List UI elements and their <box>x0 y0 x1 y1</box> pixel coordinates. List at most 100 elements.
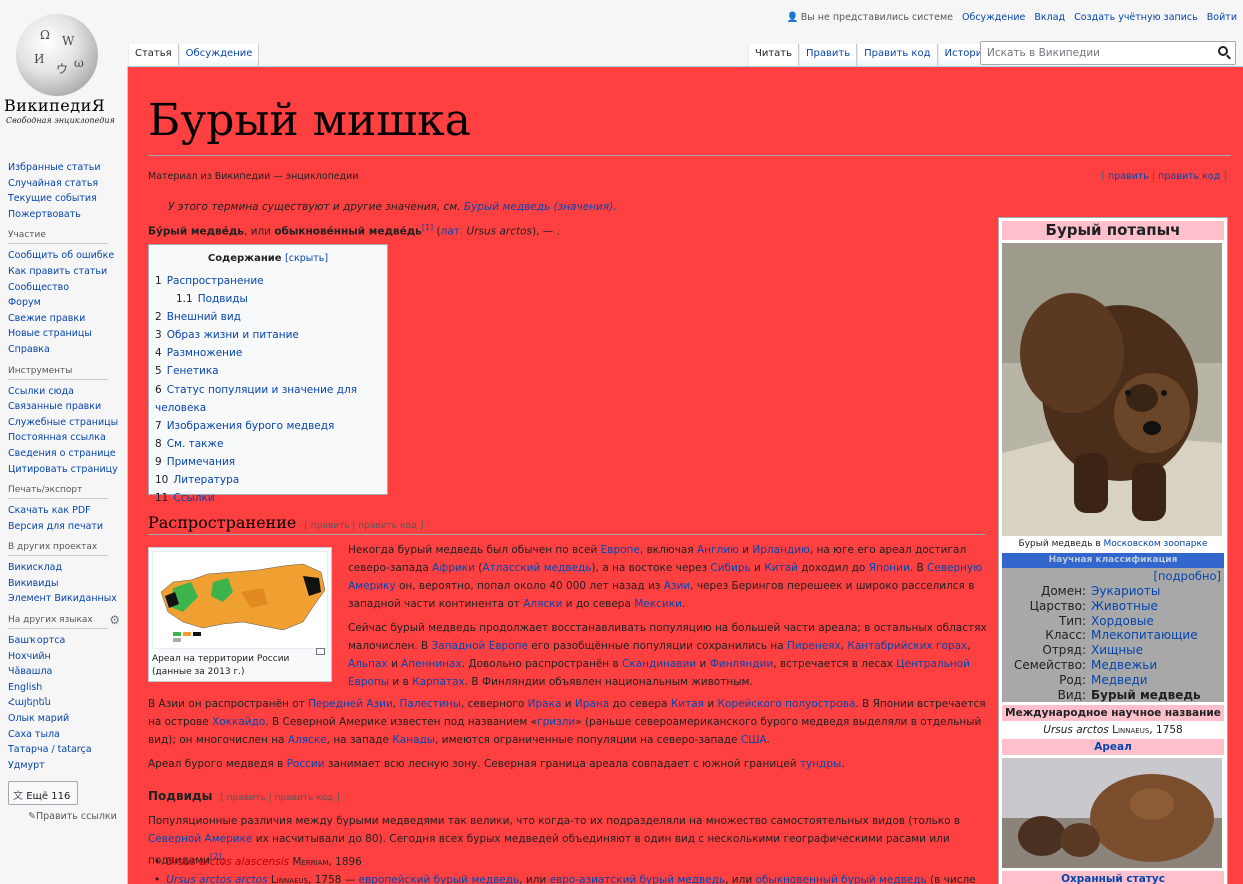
sidebar-item[interactable]: Свежие правки <box>8 311 126 327</box>
sidebar-item[interactable]: Сообщество <box>8 280 126 296</box>
russia-range-map[interactable] <box>152 551 328 649</box>
sidebar-projects: В других проектах Викисклад Викивиды Эле… <box>8 542 126 607</box>
toc-item[interactable]: 1 Распространение <box>155 272 381 290</box>
sidebar-language[interactable]: English <box>8 680 126 696</box>
logo-tagline: Свободная энциклопедия <box>6 116 115 125</box>
toc-item[interactable]: 11 Ссылки <box>155 489 381 507</box>
sidebar-item[interactable]: Пожертвовать <box>8 207 126 223</box>
toc-label: Статус популяции и значение для человека <box>155 383 358 414</box>
toc-num: 5 <box>155 365 162 378</box>
map-caption: Ареал на территории России (данные за 20… <box>152 654 290 677</box>
edit-link[interactable]: править <box>1108 171 1149 182</box>
search-input[interactable]: Искать в Википедии <box>980 41 1236 65</box>
edit-source-link[interactable]: править код <box>1158 171 1220 182</box>
photo-caption-link[interactable]: Московском зоопарке <box>1104 539 1208 549</box>
sidebar-item[interactable]: Новые страницы <box>8 326 126 342</box>
conservation-status-header[interactable]: Охранный статус <box>1002 871 1224 884</box>
personal-link-login[interactable]: Войти <box>1207 12 1237 23</box>
toc-item[interactable]: 4 Размножение <box>155 344 381 362</box>
sidebar-item[interactable]: Элемент Викиданных <box>8 591 126 607</box>
sidebar-item[interactable]: Служебные страницы <box>8 415 126 431</box>
tab-article[interactable]: Статья <box>128 44 179 67</box>
toc-item[interactable]: 1.1 Подвиды <box>155 290 381 308</box>
personal-link-contrib[interactable]: Вклад <box>1034 12 1065 23</box>
taxonomy-value[interactable]: Хордовые <box>1091 614 1154 629</box>
toc-item[interactable]: 8 См. также <box>155 435 381 453</box>
sidebar-item[interactable]: Сообщить об ошибке <box>8 248 126 264</box>
taxonomy-value[interactable]: Млекопитающие <box>1091 628 1198 643</box>
toc-item[interactable]: 6 Статус популяции и значение для человек… <box>155 381 381 417</box>
taxonomy-value[interactable]: Животные <box>1091 599 1158 614</box>
subsection-heading-subspecies: Подвиды [ править | править код ] <box>148 789 340 803</box>
range-header[interactable]: Ареал <box>1002 739 1224 755</box>
taxonomy-value[interactable]: Хищные <box>1091 643 1143 658</box>
range-map-thumbnail[interactable]: Ареал на территории России (данные за 20… <box>148 547 332 682</box>
sidebar-item[interactable]: Викивиды <box>8 576 126 592</box>
sidebar-item[interactable]: Цитировать страницу <box>8 462 126 478</box>
tab-edit[interactable]: Править <box>799 44 858 67</box>
taxonomy-key: Тип: <box>1058 613 1086 628</box>
sidebar-item[interactable]: Версия для печати <box>8 519 126 535</box>
sidebar-language[interactable]: Чӑвашла <box>8 664 126 680</box>
toc-item[interactable]: 10 Литература <box>155 471 381 489</box>
taxonomy-value[interactable]: Эукариоты <box>1091 584 1160 599</box>
toc-item[interactable]: 9 Примечания <box>155 453 381 471</box>
subsection-edit-links[interactable]: [ править | править код ] <box>221 793 340 803</box>
edit-interlanguage-links[interactable]: ✎Править ссылки <box>28 811 126 822</box>
map-graphic <box>153 552 327 648</box>
wikipedia-logo[interactable]: Ω W И ウ ω ВикипедиЯ Свободная энциклопед… <box>0 0 128 140</box>
tab-edit-source[interactable]: Править код <box>857 44 938 67</box>
sidebar-item[interactable]: Ссылки сюда <box>8 384 126 400</box>
taxonomy-key: Царство: <box>1029 598 1086 613</box>
bears-range-photo[interactable] <box>1002 758 1222 868</box>
more-languages-button[interactable]: 文 Ещё 116 <box>8 781 78 806</box>
subsection-title: Подвиды <box>148 789 213 803</box>
section-edit-links[interactable]: [ править | править код ] <box>304 521 423 531</box>
toc-item[interactable]: 7 Изображения бурого медведя <box>155 417 381 435</box>
brown-bear-photo[interactable] <box>1002 243 1222 536</box>
gear-icon[interactable]: ⚙ <box>109 613 120 627</box>
sidebar-item[interactable]: Скачать как PDF <box>8 503 126 519</box>
lead-mid: , или <box>243 225 275 238</box>
sci-classification-header[interactable]: Научная классификация <box>1002 553 1224 568</box>
sidebar-item[interactable]: Форум <box>8 295 126 311</box>
sidebar-language[interactable]: Саха тыла <box>8 727 126 743</box>
magnify-icon[interactable] <box>316 648 325 655</box>
sidebar-item[interactable]: Справка <box>8 342 126 358</box>
sidebar-item[interactable]: Связанные правки <box>8 399 126 415</box>
toc-item[interactable]: 5 Генетика <box>155 362 381 380</box>
sidebar-language[interactable]: Башҡортса <box>8 633 126 649</box>
sidebar-language[interactable]: Нохчийн <box>8 649 126 665</box>
toc-toggle[interactable]: [скрыть] <box>285 253 328 264</box>
sidebar-item[interactable]: Постоянная ссылка <box>8 430 126 446</box>
tab-talk[interactable]: Обсуждение <box>178 44 260 67</box>
sidebar-language[interactable]: Татарча / tatarça <box>8 742 126 758</box>
sidebar-item[interactable]: Сведения о странице <box>8 446 126 462</box>
taxonomy-more-link[interactable]: [подробно] <box>1154 569 1221 583</box>
lat-link[interactable]: лат. <box>441 226 464 238</box>
sidebar-item[interactable]: Случайная статья <box>8 176 126 192</box>
toc-label: Генетика <box>166 365 219 378</box>
sidebar-language[interactable]: Հայերեն <box>8 695 126 711</box>
sidebar-item[interactable]: Как править статьи <box>8 264 126 280</box>
taxonomy-value[interactable]: Медведи <box>1091 673 1148 688</box>
intl-name-header: Международное научное название <box>1002 705 1224 721</box>
sidebar-item[interactable]: Избранные статьи <box>8 160 126 176</box>
hatnote-link[interactable]: Бурый медведь (значения). <box>464 201 617 213</box>
sidebar-item[interactable]: Викисклад <box>8 560 126 576</box>
tab-read[interactable]: Читать <box>748 44 800 67</box>
sidebar-language[interactable]: Олык марий <box>8 711 126 727</box>
toc-label: Размножение <box>166 347 243 360</box>
toc-item[interactable]: 2 Внешний вид <box>155 308 381 326</box>
toc-title: Содержание [скрыть] <box>155 253 381 264</box>
toc-heading: Содержание <box>207 253 282 264</box>
site-subtitle: Материал из Википедии — энциклопедии <box>148 171 359 182</box>
taxonomy-value[interactable]: Медвежьи <box>1091 658 1157 673</box>
footnote-ref[interactable]: [1] <box>422 223 433 232</box>
personal-link-talk[interactable]: Обсуждение <box>962 12 1025 23</box>
sidebar-item[interactable]: Текущие события <box>8 191 126 207</box>
toc-item[interactable]: 3 Образ жизни и питание <box>155 326 381 344</box>
sidebar-language[interactable]: Удмурт <box>8 758 126 774</box>
lead-lat-open: ( <box>433 225 441 238</box>
personal-link-create-account[interactable]: Создать учётную запись <box>1074 12 1198 23</box>
